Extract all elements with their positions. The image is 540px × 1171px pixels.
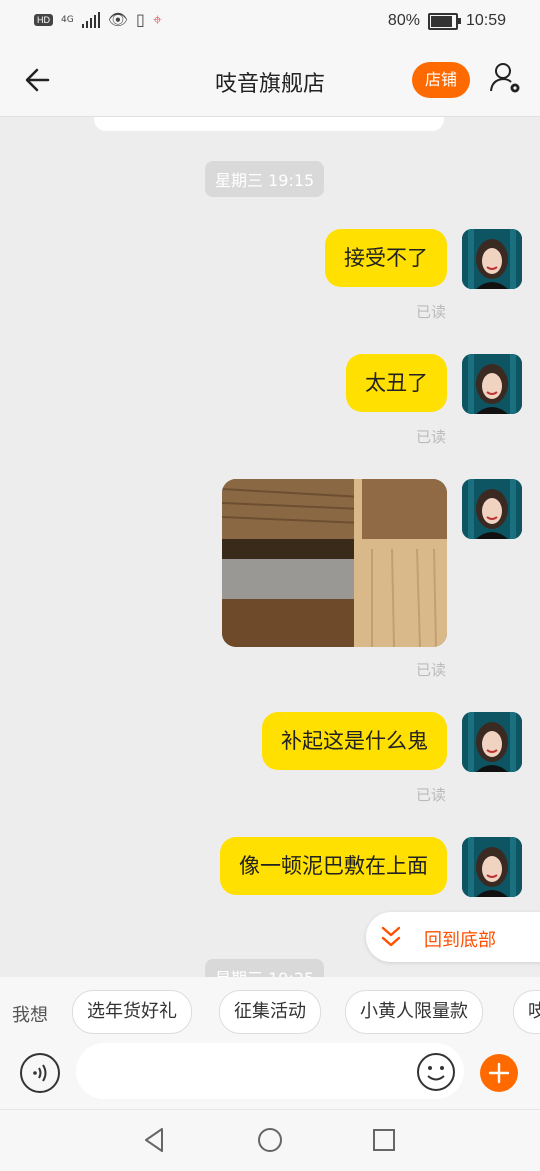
avatar[interactable] (462, 712, 522, 772)
timestamp: 星期三 19:15 (205, 161, 325, 197)
user-settings-icon[interactable] (488, 60, 524, 96)
shop-button[interactable]: 店铺 (412, 62, 470, 98)
avatar[interactable] (462, 229, 522, 289)
nav-back-icon[interactable] (138, 1124, 170, 1156)
suggestion-chip[interactable]: 选年货好礼 (72, 990, 192, 1034)
chat-area[interactable]: 星期三 19:15 接受不了 已读 太丑了 已读 已读 补起这是什么鬼 已读 像… (0, 117, 540, 977)
wood-joint-photo[interactable] (222, 479, 447, 647)
message-bubble[interactable]: 像一顿泥巴敷在上面 (220, 837, 447, 895)
message-bubble[interactable]: 补起这是什么鬼 (262, 712, 447, 770)
message-bubble[interactable]: 太丑了 (346, 354, 447, 412)
avatar[interactable] (462, 479, 522, 539)
timestamp: 星期三 19:25 (205, 959, 325, 977)
suggestion-chip[interactable]: 吱 (513, 990, 540, 1034)
read-status: 已读 (415, 661, 446, 679)
network-type: 4G (61, 15, 74, 25)
double-chevron-down-icon (380, 924, 402, 950)
battery-icon (427, 12, 461, 30)
message-input[interactable] (76, 1043, 464, 1099)
battery-percent: 80% (387, 12, 420, 29)
suggestion-chip[interactable]: 征集活动 (219, 990, 321, 1034)
hd-badge: HD (34, 14, 53, 26)
voice-icon[interactable] (20, 1053, 60, 1093)
emoji-icon[interactable] (416, 1052, 456, 1092)
vibrate-icon: ▯ (136, 10, 145, 29)
read-status: 已读 (415, 786, 446, 804)
read-status: 已读 (415, 428, 446, 446)
system-nav-bar (0, 1109, 540, 1171)
suggestion-lead: 我想 (12, 1005, 48, 1026)
back-to-bottom-label: 回到底部 (424, 930, 496, 951)
plus-icon[interactable] (480, 1054, 518, 1092)
suggestion-bar: 我想 选年货好礼 征集活动 小黄人限量款 吱 (0, 977, 540, 1047)
chat-header: 吱音旗舰店 店铺 (0, 44, 540, 117)
back-arrow-icon[interactable] (20, 62, 56, 98)
location-icon: ⌖ (152, 10, 162, 29)
read-status: 已读 (415, 303, 446, 321)
avatar[interactable] (462, 837, 522, 897)
eye-icon: 👁 (107, 10, 129, 29)
clock: 10:59 (465, 12, 506, 29)
status-bar: HD 4G 👁 ▯ ⌖ 80% 10:59 (0, 0, 540, 44)
nav-home-icon[interactable] (254, 1124, 286, 1156)
message-bubble[interactable]: 接受不了 (325, 229, 447, 287)
signal-icon (81, 12, 100, 28)
suggestion-chip[interactable]: 小黄人限量款 (345, 990, 483, 1034)
previous-card (94, 117, 444, 131)
back-to-bottom-button[interactable]: 回到底部 (366, 912, 540, 962)
avatar[interactable] (462, 354, 522, 414)
nav-recents-icon[interactable] (368, 1124, 400, 1156)
input-bar (0, 1043, 540, 1109)
